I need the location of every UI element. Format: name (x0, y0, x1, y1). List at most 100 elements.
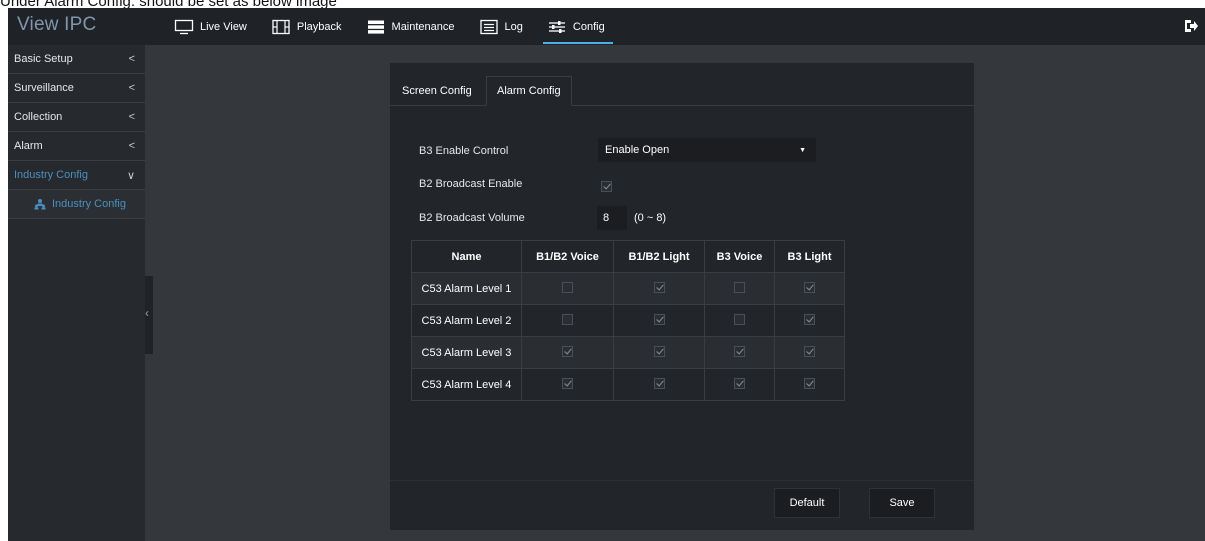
chevron-left-icon: < (128, 111, 135, 123)
table-cell (774, 272, 845, 305)
chevron-left-icon: < (128, 82, 135, 94)
alarm-option-checkbox[interactable] (734, 345, 745, 357)
nav-playback[interactable]: Playback (267, 8, 350, 45)
alarm-config-panel: Screen Config Alarm Config B3 Enable Con… (390, 63, 974, 530)
table-cell (774, 336, 845, 369)
alarm-option-checkbox[interactable] (804, 377, 815, 389)
sidebar-item-label: Basic Setup (14, 53, 73, 65)
tab-screen-config[interactable]: Screen Config (392, 76, 482, 106)
nav-log[interactable]: Log (475, 8, 531, 45)
nav-config[interactable]: Config (542, 8, 613, 45)
caret-down-icon: ▼ (799, 146, 806, 154)
nav-playback-label: Playback (296, 20, 342, 33)
sliders-icon (548, 20, 565, 33)
table-cell (774, 368, 845, 401)
sidebar-item-alarm[interactable]: Alarm < (8, 132, 145, 161)
table-cell (521, 304, 614, 337)
film-icon (272, 19, 290, 34)
alarm-option-checkbox[interactable] (734, 377, 745, 389)
sidebar-subitem-label: Industry Config (52, 198, 126, 210)
sidebar-item-label: Alarm (14, 140, 43, 152)
row-name: C53 Alarm Level 2 (411, 304, 522, 337)
alarm-option-checkbox[interactable] (734, 281, 745, 293)
row-name: C53 Alarm Level 4 (411, 368, 522, 401)
nav-maintenance-label: Maintenance (391, 20, 455, 33)
alarm-option-checkbox[interactable] (562, 345, 573, 357)
sidebar-item-collection[interactable]: Collection < (8, 103, 145, 132)
chevron-down-icon: ∨ (126, 169, 135, 182)
app-logo: View IPC (17, 14, 97, 35)
top-navigation-bar: View IPC Live View Playback Maintenance … (8, 8, 1205, 45)
panel-footer-divider (390, 480, 974, 481)
b3-enable-control-select[interactable]: Enable Open ▼ (598, 138, 816, 162)
monitor-icon (174, 19, 194, 34)
table-cell (613, 304, 705, 337)
table-row: C53 Alarm Level 1 (411, 272, 845, 305)
column-header-b3-light: B3 Light (774, 240, 845, 273)
table-row: C53 Alarm Level 4 (411, 368, 845, 401)
alarm-option-checkbox[interactable] (653, 313, 665, 325)
table-cell (704, 336, 775, 369)
sidebar: Basic Setup < Surveillance < Collection … (8, 45, 145, 541)
nav-live-view[interactable]: Live View (170, 8, 255, 45)
logout-icon[interactable] (1183, 18, 1199, 34)
list-icon (479, 19, 498, 34)
nav-config-label: Config (572, 20, 605, 33)
alarm-option-checkbox[interactable] (562, 281, 573, 293)
alarm-option-checkbox[interactable] (804, 281, 815, 293)
sidebar-item-label: Surveillance (14, 82, 74, 94)
b3-enable-control-value: Enable Open (605, 144, 670, 156)
table-cell (704, 368, 775, 401)
sidebar-item-industry-config[interactable]: Industry Config ∨ (8, 161, 145, 190)
table-cell (774, 304, 845, 337)
alarm-option-checkbox[interactable] (562, 377, 573, 389)
alarm-option-checkbox[interactable] (734, 313, 745, 325)
alarm-option-checkbox[interactable] (562, 313, 573, 325)
table-cell (521, 272, 614, 305)
alarm-option-checkbox[interactable] (804, 313, 815, 325)
chevron-left-icon: ‹ (145, 306, 149, 320)
sidebar-item-label: Collection (14, 111, 63, 123)
alarm-option-checkbox[interactable] (653, 377, 665, 389)
sidebar-item-basic-setup[interactable]: Basic Setup < (8, 45, 145, 74)
alarm-option-checkbox[interactable] (653, 281, 665, 293)
instruction-caption: Under Alarm Config: should be set as bel… (0, 0, 337, 8)
sidebar-subitem-industry-config[interactable]: Industry Config (8, 190, 145, 219)
alarm-level-table: Name B1/B2 Voice B1/B2 Light B3 Voice B3… (411, 240, 845, 401)
table-cell (521, 368, 614, 401)
table-cell (613, 272, 705, 305)
b2-broadcast-enable-checkbox[interactable] (601, 181, 612, 192)
server-icon (367, 20, 384, 34)
table-cell (704, 272, 775, 305)
b2-broadcast-volume-input[interactable]: 8 (597, 206, 627, 230)
b2-broadcast-volume-range: (0 ~ 8) (634, 212, 667, 224)
default-button[interactable]: Default (774, 488, 840, 518)
alarm-level-table-body: C53 Alarm Level 1 C53 Alarm Level 2 C53 Al… (411, 272, 845, 401)
table-cell (613, 336, 705, 369)
nav-live-view-label: Live View (200, 20, 247, 33)
column-header-b1b2-voice: B1/B2 Voice (521, 240, 614, 273)
chevron-left-icon: < (128, 140, 135, 152)
alarm-option-checkbox[interactable] (804, 345, 815, 357)
app-window: View IPC Live View Playback Maintenance … (8, 8, 1205, 541)
b2-broadcast-enable-label: B2 Broadcast Enable (419, 178, 523, 190)
table-row: C53 Alarm Level 3 (411, 336, 845, 369)
main-nav: Live View Playback Maintenance Log Confi… (170, 8, 625, 45)
save-button[interactable]: Save (869, 488, 935, 518)
b3-enable-control-label: B3 Enable Control (419, 145, 509, 157)
tab-alarm-config[interactable]: Alarm Config (486, 76, 572, 106)
column-header-b1b2-light: B1/B2 Light (613, 240, 705, 273)
table-cell (704, 304, 775, 337)
b2-broadcast-volume-label: B2 Broadcast Volume (419, 212, 525, 224)
sidebar-item-surveillance[interactable]: Surveillance < (8, 74, 145, 103)
chevron-left-icon: < (128, 53, 135, 65)
sidebar-collapse-handle[interactable]: ‹ (145, 276, 153, 354)
table-cell (521, 336, 614, 369)
nav-log-label: Log (504, 20, 523, 33)
row-name: C53 Alarm Level 1 (411, 272, 522, 305)
config-tabs: Screen Config Alarm Config (390, 63, 974, 106)
alarm-option-checkbox[interactable] (653, 345, 665, 357)
nav-maintenance[interactable]: Maintenance (362, 8, 463, 45)
row-name: C53 Alarm Level 3 (411, 336, 522, 369)
sidebar-item-label: Industry Config (14, 169, 88, 181)
